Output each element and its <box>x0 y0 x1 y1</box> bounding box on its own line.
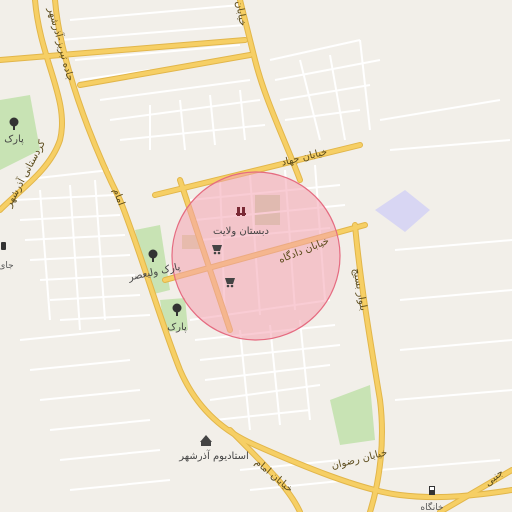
map-view[interactable]: دبستان ولایت خیابان جهاد خیابان دادگاه پ… <box>0 0 512 512</box>
fuel-pump-icon[interactable] <box>429 486 435 495</box>
park-label-south: پارک <box>167 322 187 333</box>
transit-icon[interactable] <box>1 242 6 250</box>
park-label-west: پارک <box>4 134 24 145</box>
search-radius-circle[interactable] <box>171 171 341 341</box>
map-canvas: دبستان ولایت خیابان جهاد خیابان دادگاه پ… <box>0 0 512 512</box>
jay-label: جای <box>0 261 14 271</box>
school-label: دبستان ولایت <box>213 226 269 237</box>
stadium-label: استادیوم آذرشهر <box>178 449 249 462</box>
khanegah-label: خانگاه <box>420 501 443 512</box>
